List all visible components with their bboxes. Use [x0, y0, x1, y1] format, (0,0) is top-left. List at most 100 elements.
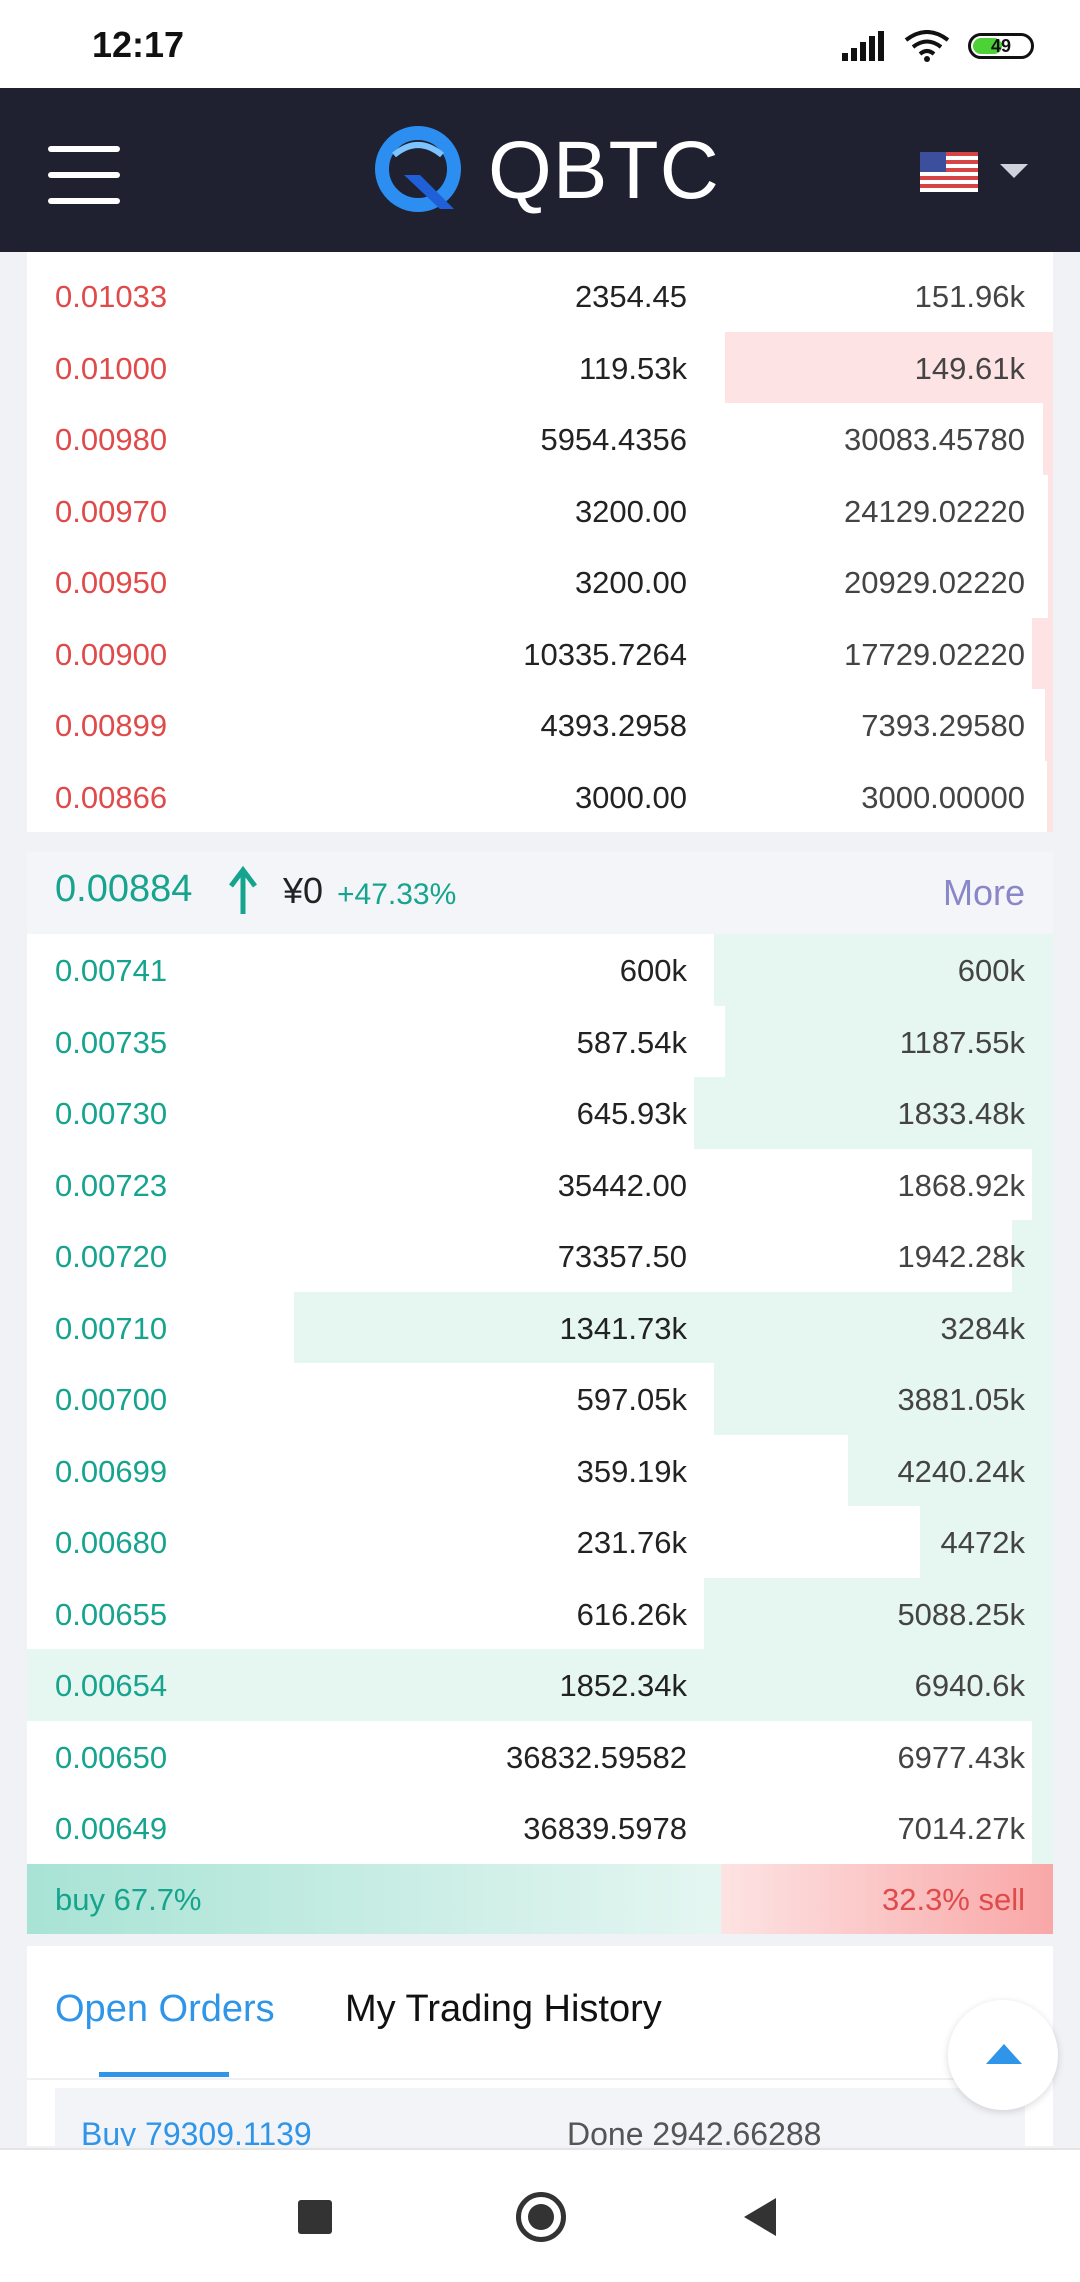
order-card[interactable]: Buy 79309.1139 Done 2942.66288: [55, 2088, 1025, 2146]
tab-trading-history[interactable]: My Trading History: [345, 1988, 662, 2031]
bid-amount: 36839.5978: [523, 1811, 687, 1846]
bid-depth-bar: [1032, 1720, 1053, 1792]
bid-amount: 1341.73k: [559, 1310, 687, 1346]
bid-row[interactable]: 0.00723 35442.00 1868.92k: [27, 1148, 1053, 1220]
system-nav-bar: [0, 2148, 1080, 2282]
ask-total: 149.61k: [914, 350, 1025, 386]
ask-row[interactable]: 0.00900 10335.7264 17729.02220: [27, 617, 1053, 689]
sell-ratio: 32.3% sell: [721, 1864, 1053, 1934]
bid-total: 3881.05k: [897, 1382, 1025, 1417]
us-flag-icon[interactable]: [920, 152, 978, 192]
bid-total: 7014.27k: [897, 1811, 1025, 1846]
bid-row[interactable]: 0.00720 73357.50 1942.28k: [27, 1220, 1053, 1292]
ask-price: 0.01000: [55, 350, 168, 386]
bid-row[interactable]: 0.00649 36839.5978 7014.27k: [27, 1792, 1053, 1864]
home-icon[interactable]: [516, 2192, 566, 2242]
bid-price: 0.00649: [55, 1811, 168, 1846]
tab-open-orders[interactable]: Open Orders: [55, 1988, 275, 2031]
tab-divider: [27, 2078, 1053, 2080]
bid-depth-bar: [27, 1649, 1053, 1721]
recent-apps-icon[interactable]: [298, 2200, 332, 2234]
bid-price: 0.00680: [55, 1525, 168, 1560]
bid-row[interactable]: 0.00650 36832.59582 6977.43k: [27, 1720, 1053, 1792]
order-done-amount: Done 2942.66288: [567, 2116, 822, 2146]
bid-row[interactable]: 0.00735 587.54k 1187.55k: [27, 1005, 1053, 1077]
bid-amount: 645.93k: [576, 1096, 687, 1131]
bid-total: 4240.24k: [897, 1453, 1025, 1489]
ask-row[interactable]: 0.01033 2354.45 151.96k: [27, 260, 1053, 332]
last-price: 0.00884: [55, 868, 193, 910]
language-dropdown-caret-icon[interactable]: [1000, 164, 1028, 178]
ask-row[interactable]: 0.00970 3200.00 24129.02220: [27, 474, 1053, 546]
bid-amount: 231.76k: [576, 1525, 687, 1560]
arrow-up-icon: [986, 2044, 1022, 2064]
ask-row[interactable]: 0.00899 4393.2958 7393.29580: [27, 689, 1053, 761]
order-side-amount: Buy 79309.1139: [81, 2116, 312, 2146]
ask-row[interactable]: 0.00980 5954.4356 30083.45780: [27, 403, 1053, 475]
sell-ratio-label: 32.3% sell: [881, 1882, 1025, 1917]
ask-total: 20929.02220: [843, 565, 1025, 600]
bid-total: 1833.48k: [897, 1096, 1025, 1131]
scroll-to-top-button[interactable]: [948, 2000, 1058, 2110]
arrow-up-icon: [229, 866, 257, 914]
bid-price: 0.00730: [55, 1096, 168, 1131]
bid-depth-bar: [1032, 1792, 1053, 1864]
bid-row[interactable]: 0.00710 1341.73k 3284k: [27, 1291, 1053, 1363]
ask-depth-bar: [1046, 760, 1053, 832]
bid-row[interactable]: 0.00654 1852.34k 6940.6k: [27, 1649, 1053, 1721]
ask-total: 24129.02220: [843, 493, 1025, 529]
ask-amount: 10335.7264: [523, 636, 687, 672]
bid-price: 0.00700: [55, 1382, 168, 1417]
ask-depth-bar: [1032, 617, 1053, 689]
bid-row[interactable]: 0.00741 600k 600k: [27, 934, 1053, 1006]
bid-depth-bar: [1032, 1148, 1053, 1220]
ask-depth-bar: [1047, 546, 1053, 618]
battery-level: 49: [990, 35, 1012, 56]
wifi-icon: [904, 30, 950, 62]
bid-row[interactable]: 0.00655 616.26k 5088.25k: [27, 1577, 1053, 1649]
bid-row[interactable]: 0.00730 645.93k 1833.48k: [27, 1077, 1053, 1149]
bid-amount: 35442.00: [557, 1167, 687, 1203]
battery-icon: 49: [968, 33, 1034, 59]
bid-price: 0.00699: [55, 1453, 168, 1489]
bid-amount: 1852.34k: [559, 1668, 687, 1703]
ask-amount: 119.53k: [578, 350, 687, 386]
bids-list: 0.00741 600k 600k 0.00735 587.54k 1187.55k 0.0…: [27, 934, 1053, 1864]
bid-price: 0.00735: [55, 1024, 168, 1060]
ask-total: 3000.00000: [861, 779, 1025, 815]
bid-price: 0.00650: [55, 1739, 168, 1775]
more-link[interactable]: More: [943, 872, 1025, 914]
ask-price: 0.00970: [55, 493, 168, 529]
ask-amount: 3200.00: [574, 565, 687, 600]
bid-total: 3284k: [940, 1310, 1025, 1346]
back-icon[interactable]: [744, 2198, 776, 2236]
ask-depth-bar: [1047, 474, 1053, 546]
bid-row[interactable]: 0.00680 231.76k 4472k: [27, 1506, 1053, 1578]
bid-row[interactable]: 0.00699 359.19k 4240.24k: [27, 1434, 1053, 1506]
ask-total: 151.96k: [914, 279, 1025, 314]
ask-price: 0.01033: [55, 279, 168, 314]
ask-total: 7393.29580: [861, 708, 1025, 743]
ask-price: 0.00866: [55, 779, 168, 815]
menu-icon[interactable]: [48, 146, 120, 204]
bid-total: 1868.92k: [897, 1167, 1025, 1203]
status-bar: 12:17 49: [0, 0, 1080, 88]
bid-price: 0.00741: [55, 953, 168, 988]
bid-amount: 36832.59582: [505, 1739, 687, 1775]
asks-partial-row: [27, 252, 1053, 260]
status-icons: 49: [842, 30, 1034, 62]
bid-amount: 359.19k: [576, 1453, 687, 1489]
ask-amount: 4393.2958: [540, 708, 687, 743]
ask-depth-bar: [1044, 689, 1053, 761]
buy-ratio-label: buy 67.7%: [55, 1882, 202, 1917]
ask-row[interactable]: 0.00866 3000.00 3000.00000: [27, 760, 1053, 832]
ask-row[interactable]: 0.00950 3200.00 20929.02220: [27, 546, 1053, 618]
bid-amount: 587.54k: [576, 1024, 687, 1060]
cny-price: ¥0: [283, 870, 324, 911]
ask-amount: 5954.4356: [540, 422, 687, 457]
bid-amount: 73357.50: [557, 1239, 687, 1274]
bid-total: 6940.6k: [914, 1668, 1025, 1703]
bid-row[interactable]: 0.00700 597.05k 3881.05k: [27, 1363, 1053, 1435]
ask-amount: 2354.45: [574, 279, 687, 314]
ask-row[interactable]: 0.01000 119.53k 149.61k: [27, 331, 1053, 403]
